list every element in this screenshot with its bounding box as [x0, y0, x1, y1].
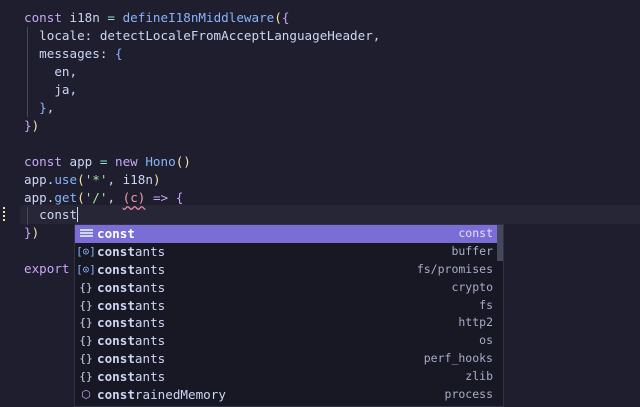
suggest-item-label: constants [97, 243, 166, 259]
code-line-7: }) [24, 118, 40, 133]
code-line-1: const i18n = defineI18nMiddleware({ [24, 10, 290, 25]
variable-icon: [⊙] [76, 262, 96, 276]
suggest-item-detail: os [479, 333, 493, 348]
suggest-item-label: constants [97, 279, 166, 295]
module-icon: {} [79, 370, 93, 384]
suggest-item[interactable]: {} constants zlib [75, 368, 503, 386]
suggest-item-detail: zlib [465, 369, 493, 384]
current-line-highlight [20, 205, 640, 224]
suggest-item-label: constants [97, 297, 166, 313]
modified-line-marker [3, 207, 5, 222]
suggest-scrollbar[interactable] [497, 225, 503, 261]
suggest-item[interactable]: [⊙] constants buffer [75, 243, 503, 261]
code-line-15: export [24, 261, 70, 276]
module-icon: {} [79, 334, 93, 348]
suggest-item[interactable]: {} constants perf_hooks [75, 350, 503, 368]
code-line-12: const [24, 207, 79, 222]
suggest-item-detail: crypto [451, 279, 493, 294]
suggest-item-label: constants [97, 351, 166, 367]
code-editor[interactable]: const i18n = defineI18nMiddleware({ loca… [0, 0, 640, 407]
suggest-item-detail: buffer [451, 243, 493, 258]
suggest-item-label: const [97, 226, 135, 241]
suggest-item-label: constants [97, 261, 166, 277]
code-line-2: locale: detectLocaleFromAcceptLanguageHe… [24, 28, 381, 43]
suggest-item[interactable]: {} constants http2 [75, 314, 503, 332]
suggest-item-label: constants [97, 369, 166, 385]
suggest-item[interactable]: {} constants fs [75, 297, 503, 315]
code-line-3: messages: { [24, 46, 123, 61]
suggest-item[interactable]: {} constants crypto [75, 279, 503, 297]
code-line-13: }) [24, 225, 40, 240]
suggest-item[interactable]: {} constants os [75, 332, 503, 350]
suggest-item-detail: fs/promises [416, 261, 493, 276]
method-icon: ⬡ [81, 388, 91, 402]
module-icon: {} [79, 316, 93, 330]
suggest-item-detail: fs [479, 297, 493, 312]
suggest-widget[interactable]: const const [⊙] constants buffer [⊙] constants… [74, 224, 504, 407]
suggest-item-label: constants [97, 333, 166, 349]
suggest-item[interactable]: ⬡ constrainedMemory process [75, 386, 503, 404]
module-icon: {} [79, 352, 93, 366]
code-line-5: ja, [24, 82, 78, 97]
module-icon: {} [79, 298, 93, 312]
suggest-item[interactable]: [⊙] constants fs/promises [75, 261, 503, 279]
module-icon: {} [79, 280, 93, 294]
suggest-item-label: constrainedMemory [97, 387, 226, 403]
code-line-4: en, [24, 64, 78, 79]
code-line-6: }, [39, 100, 55, 115]
code-line-9: const app = new Hono() [24, 154, 191, 169]
variable-icon: [⊙] [76, 244, 96, 258]
suggest-item-detail: process [444, 387, 493, 402]
suggest-item[interactable]: const const [75, 225, 503, 243]
suggest-item-label: constants [97, 315, 166, 331]
suggest-item-detail: perf_hooks [423, 351, 493, 366]
text-cursor [77, 207, 79, 222]
code-line-10: app.use('*', i18n) [24, 172, 161, 187]
keyword-icon [75, 225, 97, 243]
code-line-11: app.get('/', (c) => { [24, 190, 184, 205]
suggest-item-detail: http2 [458, 315, 493, 330]
